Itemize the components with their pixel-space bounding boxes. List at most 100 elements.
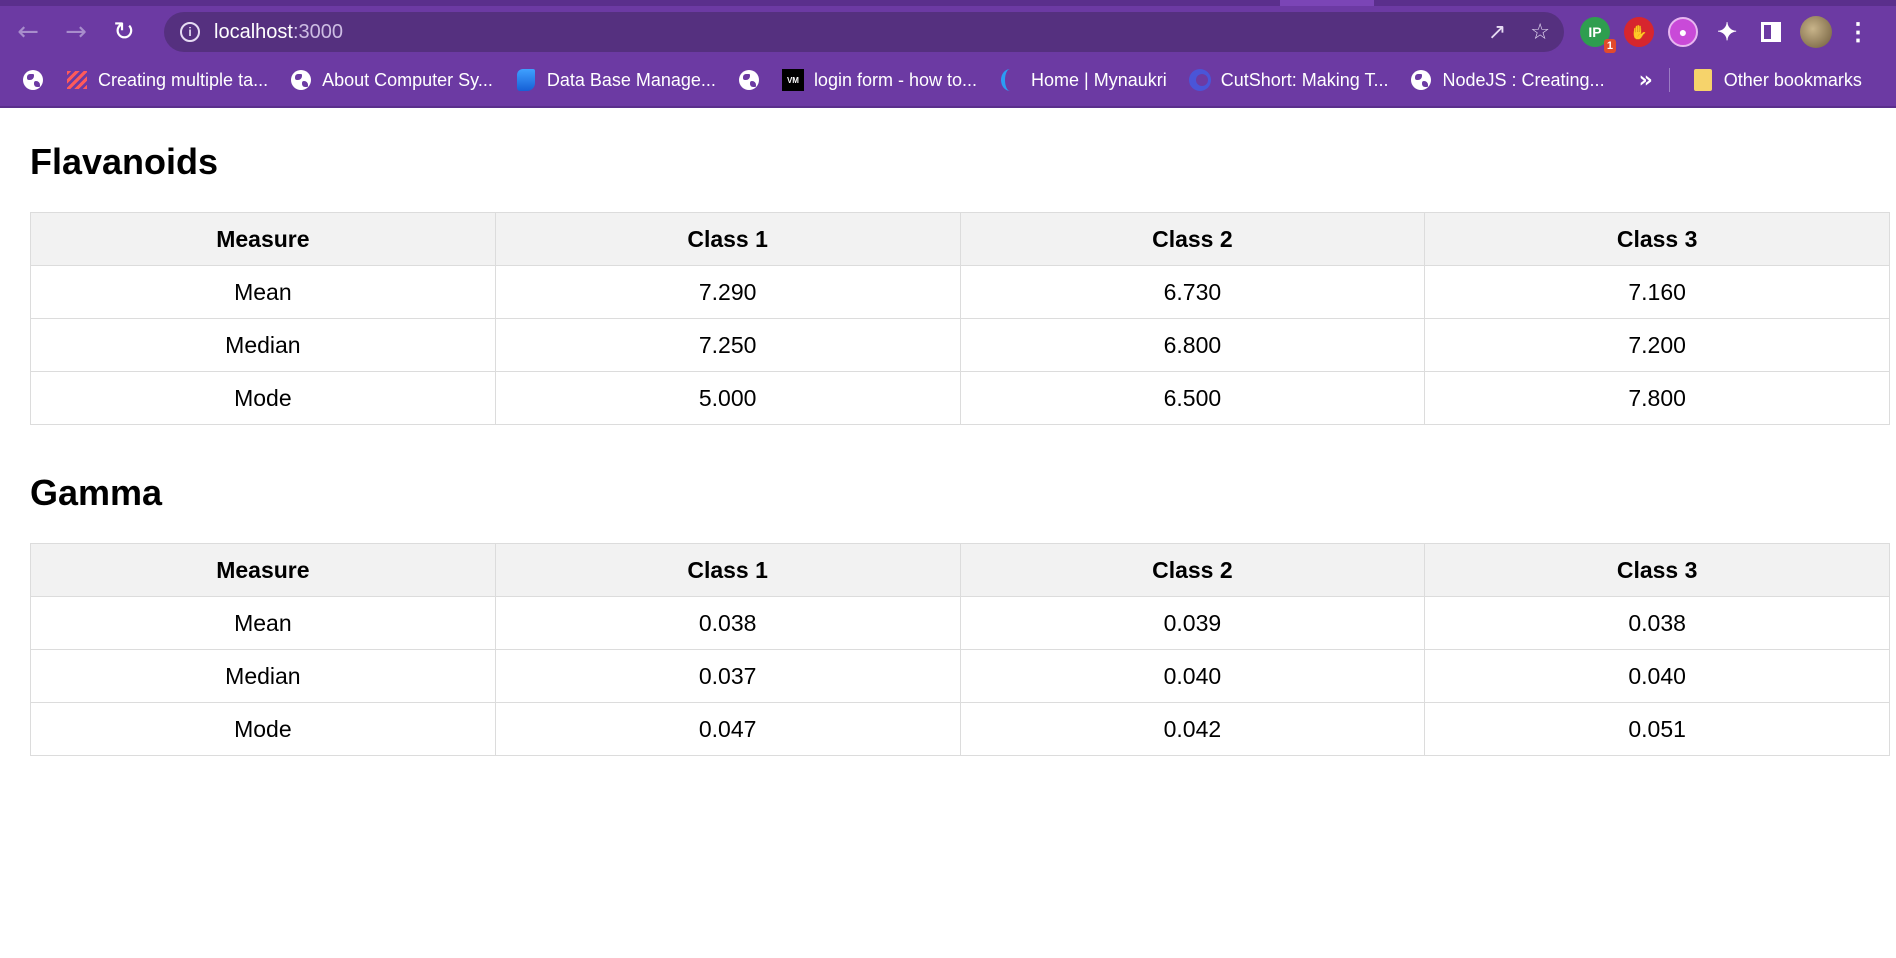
bookmark-label: Home | Mynaukri xyxy=(1031,69,1167,90)
other-bookmarks[interactable]: Other bookmarks xyxy=(1692,69,1862,91)
bookmarks-bar: Creating multiple ta... About Computer S… xyxy=(0,60,1896,100)
table-cell: 0.040 xyxy=(959,649,1426,703)
browser-toolbar: ← → ↻ i localhost:3000 ↗ ☆ IP 1 ✋ ● ✦ ⋮ xyxy=(0,6,1896,58)
column-header: Class 1 xyxy=(494,212,961,266)
table-cell: 7.250 xyxy=(494,318,961,372)
globe-icon xyxy=(290,69,312,91)
section-title-flavanoids: Flavanoids xyxy=(30,141,219,182)
table-cell: Median xyxy=(30,649,496,703)
table-cell: 6.800 xyxy=(959,318,1426,372)
extension-green-icon[interactable]: IP 1 xyxy=(1580,17,1616,53)
menu-kebab-icon[interactable]: ⋮ xyxy=(1846,18,1870,47)
other-bookmarks-label: Other bookmarks xyxy=(1723,69,1862,90)
table-cell: 0.038 xyxy=(494,596,961,650)
table-cell: Mean xyxy=(30,265,496,319)
bookmarks-separator xyxy=(1668,68,1670,92)
bookmark-item[interactable]: CutShort: Making T... xyxy=(1188,69,1389,91)
table-row: Mode 0.047 0.042 0.051 xyxy=(30,702,1890,756)
bookmark-item[interactable] xyxy=(738,69,760,91)
bookmark-star-icon[interactable]: ☆ xyxy=(1530,20,1550,45)
arrow-right-icon: → xyxy=(65,17,87,47)
bookmark-label: About Computer Sy... xyxy=(322,69,493,90)
mynaukri-icon xyxy=(999,69,1021,91)
bookmark-label: Creating multiple ta... xyxy=(98,69,269,90)
arrow-left-icon: ← xyxy=(17,17,39,47)
bookmark-item[interactable]: VM login form - how to... xyxy=(781,69,978,91)
table-row: Mode 5.000 6.500 7.800 xyxy=(30,371,1890,425)
table-cell: 0.051 xyxy=(1424,702,1890,756)
bookmark-item[interactable]: Home | Mynaukri xyxy=(999,69,1167,91)
gamma-table: Measure Class 1 Class 2 Class 3 Mean 0.0… xyxy=(30,543,1890,756)
forward-button[interactable]: → xyxy=(56,12,96,52)
table-cell: 0.040 xyxy=(1424,649,1890,703)
bookmark-label: CutShort: Making T... xyxy=(1220,69,1389,90)
cutshort-icon xyxy=(1188,69,1211,91)
table-cell: 0.039 xyxy=(959,596,1426,650)
bookmark-label: Data Base Manage... xyxy=(546,69,716,90)
table-cell: Mode xyxy=(30,702,496,756)
table-cell: 0.038 xyxy=(1424,596,1890,650)
column-header: Class 3 xyxy=(1424,543,1890,597)
bookmark-label: NodeJS : Creating... xyxy=(1442,69,1605,90)
bookmark-item[interactable]: Creating multiple ta... xyxy=(66,69,268,91)
column-header: Class 1 xyxy=(494,543,961,597)
profile-avatar[interactable] xyxy=(1800,16,1832,48)
bookmark-item[interactable]: About Computer Sy... xyxy=(290,69,493,91)
table-cell: Mean xyxy=(30,596,496,650)
vm-icon: VM xyxy=(781,69,804,91)
flavanoids-table: Measure Class 1 Class 2 Class 3 Mean 7.2… xyxy=(30,212,1890,425)
reload-icon: ↻ xyxy=(113,17,135,47)
table-cell: 7.200 xyxy=(1424,318,1890,372)
folder-icon xyxy=(1692,69,1714,91)
site-info-icon[interactable]: i xyxy=(180,22,200,42)
more-bookmarks-chevron-icon[interactable]: » xyxy=(1639,68,1653,93)
column-header: Measure xyxy=(30,543,496,597)
table-row: Median 0.037 0.040 0.040 xyxy=(30,649,1890,703)
table-cell: 0.037 xyxy=(494,649,961,703)
bookmark-item[interactable]: Data Base Manage... xyxy=(515,69,716,91)
database-icon xyxy=(515,69,537,91)
table-cell: 0.047 xyxy=(494,702,961,756)
table-row: Mean 7.290 6.730 7.160 xyxy=(30,265,1890,319)
globe-icon xyxy=(22,69,44,91)
stripes-icon xyxy=(66,69,88,91)
table-header-row: Measure Class 1 Class 2 Class 3 xyxy=(30,543,1890,597)
bookmark-item[interactable] xyxy=(22,69,44,91)
address-bar[interactable]: i localhost:3000 ↗ ☆ xyxy=(164,12,1564,52)
browser-chrome: ← → ↻ i localhost:3000 ↗ ☆ IP 1 ✋ ● ✦ ⋮ … xyxy=(0,0,1896,108)
table-cell: 0.042 xyxy=(959,702,1426,756)
side-panel-icon[interactable] xyxy=(1756,17,1786,47)
table-header-row: Measure Class 1 Class 2 Class 3 xyxy=(30,212,1890,266)
url-host: localhost xyxy=(214,20,293,43)
extensions-puzzle-icon[interactable]: ✦ xyxy=(1712,17,1742,47)
bookmark-item[interactable]: NodeJS : Creating... xyxy=(1410,69,1605,91)
table-cell: 5.000 xyxy=(494,371,961,425)
url-port: :3000 xyxy=(292,20,343,43)
column-header: Class 3 xyxy=(1424,212,1890,266)
extension-pink-icon[interactable]: ● xyxy=(1668,17,1698,47)
table-cell: Mode xyxy=(30,371,496,425)
table-cell: 7.800 xyxy=(1424,371,1890,425)
extensions-area: IP 1 ✋ ● ✦ ⋮ xyxy=(1580,12,1870,53)
table-cell: 7.290 xyxy=(494,265,961,319)
column-header: Class 2 xyxy=(959,212,1426,266)
table-cell: 6.730 xyxy=(959,265,1426,319)
back-button[interactable]: ← xyxy=(8,12,48,52)
table-row: Median 7.250 6.800 7.200 xyxy=(30,318,1890,372)
extension-hand-icon[interactable]: ✋ xyxy=(1624,17,1654,47)
table-cell: 7.160 xyxy=(1424,265,1890,319)
globe-icon xyxy=(1410,69,1432,91)
extension-badge: 1 xyxy=(1603,39,1616,53)
column-header: Measure xyxy=(30,212,496,266)
table-row: Mean 0.038 0.039 0.038 xyxy=(30,596,1890,650)
column-header: Class 2 xyxy=(959,543,1426,597)
bookmark-label: login form - how to... xyxy=(813,69,978,90)
section-title-gamma: Gamma xyxy=(30,472,163,513)
page-content: Flavanoids Measure Class 1 Class 2 Class… xyxy=(30,108,1890,756)
table-cell: 6.500 xyxy=(959,371,1426,425)
share-icon[interactable]: ↗ xyxy=(1488,20,1506,45)
url-text[interactable]: localhost:3000 xyxy=(214,21,343,44)
reload-button[interactable]: ↻ xyxy=(104,12,144,52)
globe-icon xyxy=(738,69,760,91)
table-cell: Median xyxy=(30,318,496,372)
